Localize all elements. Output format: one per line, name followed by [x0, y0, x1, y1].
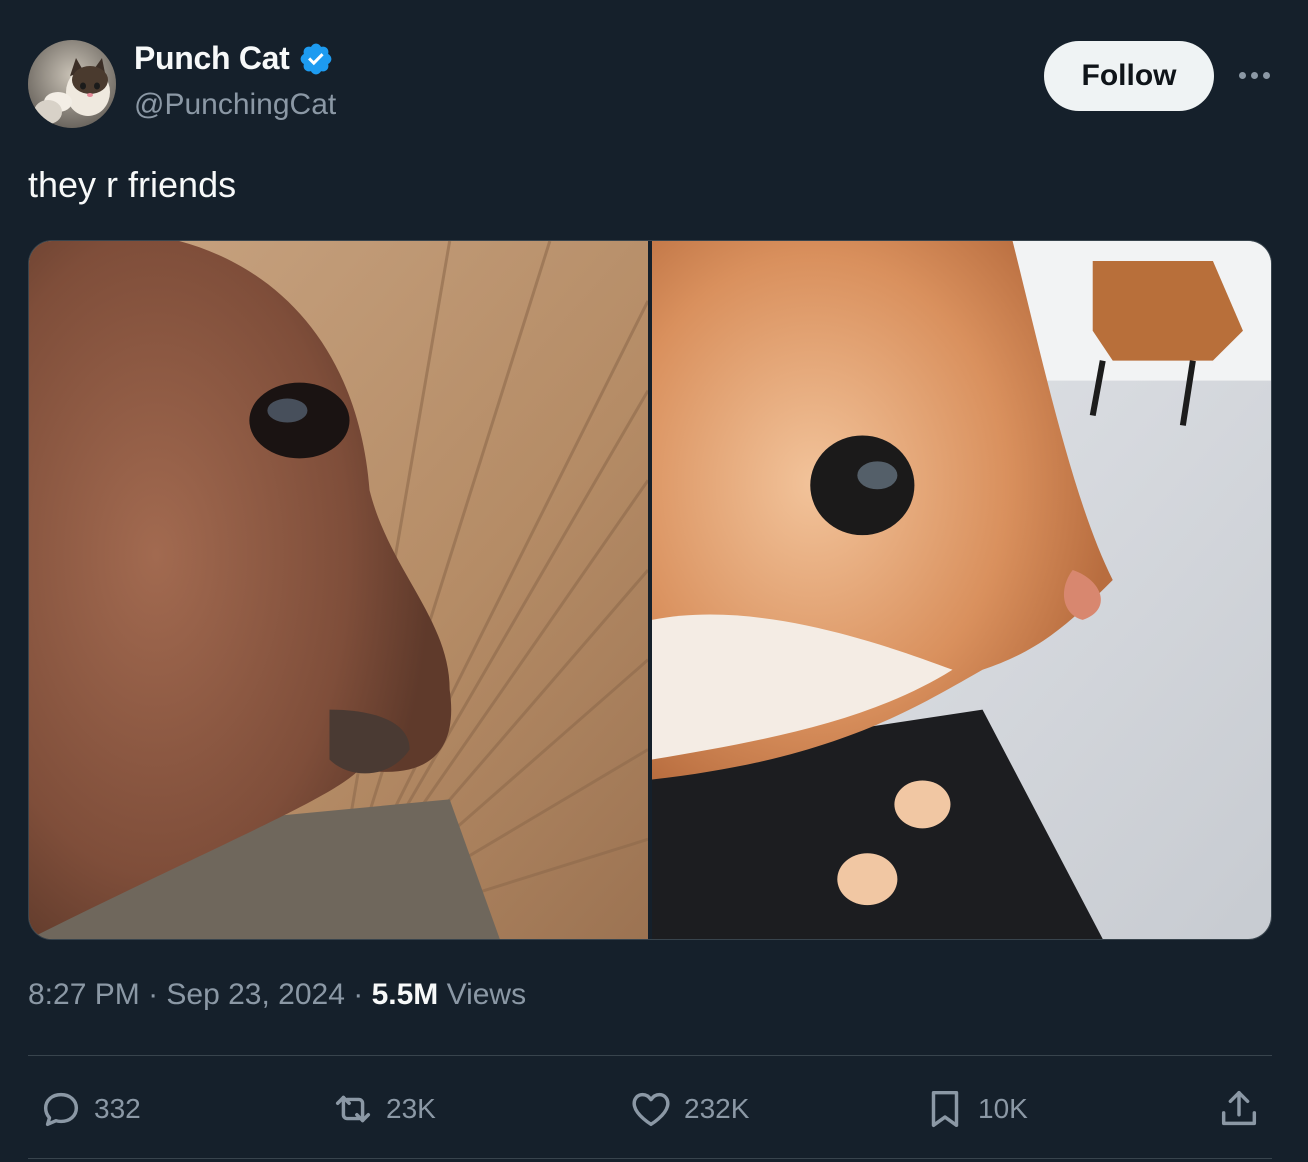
media-image-horse[interactable]: [29, 241, 648, 939]
views-label: Views: [438, 978, 527, 1011]
reply-count: 332: [94, 1093, 141, 1124]
horse-face-photo-icon: [29, 241, 648, 939]
avatar[interactable]: [28, 40, 116, 128]
follow-button[interactable]: Follow: [1044, 41, 1214, 111]
repost-count: 23K: [386, 1093, 436, 1124]
more-dots-icon[interactable]: [1232, 60, 1276, 90]
views-count: 5.5M: [371, 978, 439, 1011]
author-handle[interactable]: @PunchingCat: [134, 88, 336, 122]
share-button[interactable]: [1216, 1086, 1262, 1132]
tweet-time[interactable]: 8:27 PM: [28, 978, 140, 1012]
meta-separator: ·: [344, 978, 372, 1011]
more-dot: [1238, 71, 1246, 79]
cat-photo-avatar-icon: [28, 40, 116, 128]
share-icon: [1221, 1090, 1257, 1126]
reply-button[interactable]: 332: [38, 1086, 141, 1132]
bookmark-count: 10K: [978, 1093, 1028, 1124]
like-button[interactable]: 232K: [628, 1086, 749, 1132]
orange-cat-photo-icon: [652, 241, 1271, 939]
tweet-text: they r friends: [28, 164, 237, 205]
repost-button[interactable]: 23K: [330, 1086, 436, 1132]
more-dot: [1250, 71, 1258, 79]
reply-icon: [43, 1092, 79, 1127]
more-dot: [1262, 71, 1270, 79]
tweet-meta: 8:27 PM · Sep 23, 2024 · 5.5M Views: [28, 978, 526, 1012]
meta-separator: ·: [139, 978, 167, 1011]
tweet-date[interactable]: Sep 23, 2024: [166, 978, 345, 1012]
bookmark-icon: [931, 1090, 959, 1128]
tweet-media[interactable]: [28, 240, 1272, 940]
divider: [28, 1158, 1272, 1159]
author-name-row[interactable]: Punch Cat: [134, 40, 334, 77]
author-name[interactable]: Punch Cat: [134, 40, 290, 77]
verified-badge-icon: [300, 43, 331, 74]
media-image-cat[interactable]: [652, 241, 1271, 939]
repost-icon: [335, 1095, 371, 1123]
like-count: 232K: [684, 1093, 750, 1124]
divider: [28, 1055, 1272, 1056]
heart-icon: [632, 1092, 670, 1127]
bookmark-button[interactable]: 10K: [922, 1086, 1028, 1132]
